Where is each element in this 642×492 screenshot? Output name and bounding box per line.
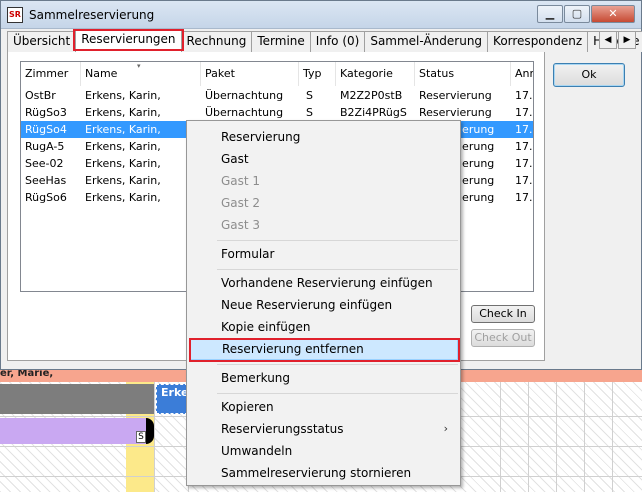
cell-zimmer: OstBr — [25, 89, 56, 102]
menu-item-gast[interactable]: Gast — [189, 148, 458, 170]
menu-item-label: Reservierungsstatus — [221, 422, 344, 436]
minimize-button[interactable]: ▁ — [537, 5, 563, 23]
cell-status: ierung — [459, 174, 495, 187]
menu-separator — [217, 364, 458, 365]
cell-name: Erkens, Karin, — [85, 191, 161, 204]
tab-sammel-aenderung[interactable]: Sammel-Änderung — [364, 31, 489, 52]
tab-rechnung[interactable]: Rechnung — [180, 31, 253, 52]
cell-name: Erkens, Karin, — [85, 89, 161, 102]
cell-paket: Übernachtung — [205, 89, 284, 102]
menu-item-bemerkung[interactable]: Bemerkung — [189, 367, 458, 389]
cell-kategorie: M2Z2P0stB — [340, 89, 403, 102]
column-header-typ[interactable]: Typ — [299, 62, 336, 86]
column-header-zimmer[interactable]: Zimmer — [21, 62, 81, 86]
column-header-paket[interactable]: Paket — [201, 62, 299, 86]
app-icon: SR — [7, 7, 23, 23]
menu-separator — [217, 269, 458, 270]
planner-flag: S — [136, 431, 146, 443]
cell-zimmer: SeeHas — [25, 174, 67, 187]
cell-anreise: 17.0 — [515, 157, 533, 170]
cell-name: Erkens, Karin, — [85, 174, 161, 187]
menu-item-kopieren[interactable]: Kopieren — [189, 396, 458, 418]
cell-zimmer: RügSo6 — [25, 191, 67, 204]
menu-item-reservierung-entfernen[interactable]: Reservierung entfernen — [189, 338, 460, 362]
menu-item-reservierung[interactable]: Reservierung — [189, 126, 458, 148]
menu-separator — [217, 393, 458, 394]
cell-name: Erkens, Karin, — [85, 140, 161, 153]
caption-buttons: ▁ ▢ ✕ — [537, 5, 635, 23]
menu-item-gast-1: Gast 1 — [221, 174, 261, 188]
cell-status: Reservierung — [419, 106, 492, 119]
cell-zimmer: RugA-5 — [25, 140, 65, 153]
table-row[interactable]: OstBr Erkens, Karin, Übernachtung S M2Z2… — [21, 87, 533, 104]
menu-item-formular[interactable]: Formular — [189, 243, 458, 265]
column-header-kategorie[interactable]: Kategorie — [336, 62, 415, 86]
check-in-button[interactable]: Check In — [471, 305, 535, 323]
close-button[interactable]: ✕ — [591, 5, 635, 23]
menu-item-kopie-einfuegen[interactable]: Kopie einfügen — [189, 316, 458, 338]
tab-scroll-left-button[interactable]: ◀ — [599, 31, 617, 49]
column-header-name[interactable]: Name — [81, 62, 201, 86]
cell-status: ierung — [459, 140, 495, 153]
menu-item-sammelreservierung-stornieren[interactable]: Sammelreservierung stornieren — [189, 462, 458, 484]
menu-item-reservierungsstatus[interactable]: Reservierungsstatus › — [189, 418, 458, 440]
cell-kategorie: B2Zi4PRügS — [340, 106, 407, 119]
cell-anreise: 17.0 — [515, 106, 533, 119]
cell-status: ierung — [459, 123, 495, 136]
column-header-status[interactable]: Status — [415, 62, 511, 86]
tab-uebersicht[interactable]: Übersicht — [7, 31, 77, 52]
cell-name: Erkens, Karin, — [85, 157, 161, 170]
cell-anreise: 17.0 — [515, 191, 533, 204]
cell-paket: Übernachtung — [205, 106, 284, 119]
planner-block-end — [146, 418, 154, 444]
menu-item-umwandeln[interactable]: Umwandeln — [189, 440, 458, 462]
table-row[interactable]: RügSo3 Erkens, Karin, Übernachtung S B2Z… — [21, 104, 533, 121]
submenu-arrow-icon: › — [443, 422, 448, 435]
planner-guest-name: er, Marie, — [0, 370, 54, 379]
cell-anreise: 17.0 — [515, 89, 533, 102]
planner-booking-block[interactable] — [0, 384, 154, 414]
cell-zimmer: RügSo3 — [25, 106, 67, 119]
cell-name: Erkens, Karin, — [85, 123, 161, 136]
tab-reservierungen[interactable]: Reservierungen — [73, 29, 184, 52]
title-bar[interactable]: SR Sammelreservierung ▁ ▢ ✕ — [1, 1, 641, 29]
column-header-anreise[interactable]: Anre — [511, 62, 533, 86]
maximize-button[interactable]: ▢ — [564, 5, 590, 23]
menu-separator — [217, 240, 458, 241]
cell-anreise: 17.0 — [515, 174, 533, 187]
tab-scroll-right-button[interactable]: ▶ — [618, 31, 636, 49]
cell-status: Reservierung — [419, 89, 492, 102]
cell-typ: S — [306, 89, 313, 102]
menu-item-neue-reservierung-einfuegen[interactable]: Neue Reservierung einfügen — [189, 294, 458, 316]
tab-strip: Übersicht Reservierungen Rechnung Termin… — [7, 29, 642, 52]
menu-item-gast-2: Gast 2 — [221, 196, 261, 210]
cell-zimmer: RügSo4 — [25, 123, 67, 136]
list-header: Zimmer Name ▾ Paket Typ Kategorie Status… — [21, 62, 533, 86]
ok-button[interactable]: Ok — [553, 63, 625, 87]
check-out-button: Check Out — [471, 329, 535, 347]
cell-status: ierung — [459, 191, 495, 204]
cell-status: ierung — [459, 157, 495, 170]
planner-booking-block[interactable] — [0, 418, 146, 444]
menu-item-vorhandene-reservierung-einfuegen[interactable]: Vorhandene Reservierung einfügen — [189, 272, 458, 294]
tab-korrespondenz[interactable]: Korrespondenz — [487, 31, 589, 52]
sort-indicator-icon: ▾ — [137, 62, 141, 70]
cell-name: Erkens, Karin, — [85, 106, 161, 119]
tab-termine[interactable]: Termine — [251, 31, 311, 52]
cell-typ: S — [306, 106, 313, 119]
menu-item-gast-3: Gast 3 — [221, 218, 261, 232]
cell-anreise: 17.0 — [515, 140, 533, 153]
planner-booking-block-selected[interactable]: Erke — [156, 384, 188, 414]
context-menu: Reservierung Gast Gast 1 Gast 2 Gast 3 F… — [186, 120, 461, 486]
cell-zimmer: See-02 — [25, 157, 64, 170]
tab-info[interactable]: Info (0) — [309, 31, 366, 52]
window-title: Sammelreservierung — [29, 8, 155, 22]
cell-anreise: 17.0 — [515, 123, 533, 136]
